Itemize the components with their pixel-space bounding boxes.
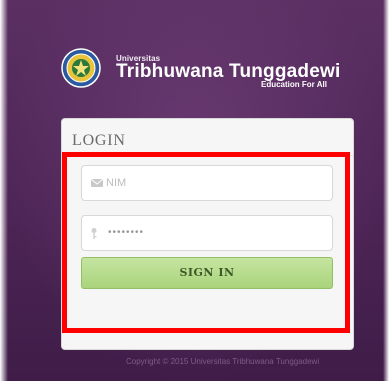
- nim-field[interactable]: [81, 165, 333, 201]
- login-divider: [62, 155, 353, 156]
- university-tagline: Education For All: [261, 80, 327, 89]
- sign-in-button[interactable]: SIGN IN: [81, 257, 333, 289]
- key-icon: [91, 228, 97, 239]
- login-panel: LOGIN •••••••• SIGN IN: [61, 118, 354, 350]
- left-edge: [0, 0, 8, 381]
- password-field[interactable]: ••••••••: [81, 215, 333, 251]
- envelope-icon: [90, 178, 104, 187]
- nim-input[interactable]: [106, 166, 326, 200]
- password-input[interactable]: ••••••••: [108, 227, 144, 238]
- brand-header: Universitas Tribhuwana Tunggadewi Educat…: [61, 45, 341, 95]
- university-seal-icon: [61, 48, 101, 88]
- login-title: LOGIN: [72, 132, 126, 149]
- right-edge: [383, 0, 389, 381]
- copyright-text: Copyright © 2015 Universitas Tribhuwana …: [126, 357, 320, 366]
